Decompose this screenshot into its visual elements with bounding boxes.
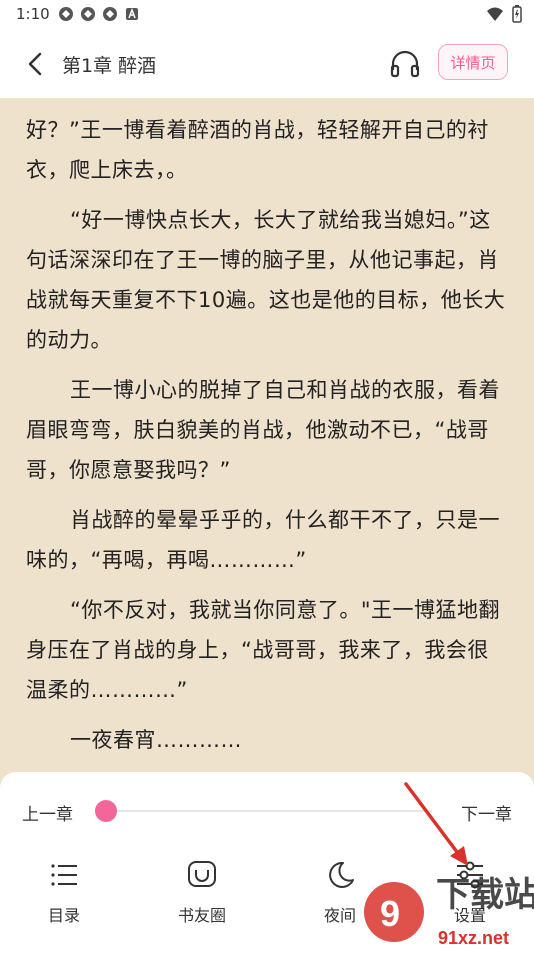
chapter-progress-thumb[interactable] (95, 800, 117, 822)
back-button[interactable] (22, 48, 52, 80)
battery-icon (512, 5, 522, 27)
app-notification-icon (80, 6, 96, 22)
headphones-icon (390, 50, 420, 78)
listen-button[interactable] (388, 48, 422, 80)
paragraph: 好？”王一博看着醉酒的肖战，轻轻解开自己的衬衣，爬上床去，。 (26, 118, 489, 182)
app-notification-icon (102, 6, 118, 22)
reader-header: 第1章 醉酒 详情页 (0, 30, 534, 98)
tab-book-friends[interactable]: 书友圈 (162, 858, 242, 926)
prev-chapter-button[interactable]: 上一章 (22, 800, 73, 825)
chapter-progress-track[interactable] (106, 810, 432, 812)
tab-label: 书友圈 (177, 906, 226, 925)
paragraph: 一夜春宵………… (70, 728, 242, 752)
status-time: 1:10 (16, 5, 50, 23)
chat-bubble-icon (188, 861, 216, 887)
chapter-text: 好？”王一博看着醉酒的肖战，轻轻解开自己的衬衣，爬上床去，。 “好一博快点长大，长… (26, 110, 510, 770)
chevron-left-icon (28, 52, 42, 76)
moon-icon (329, 861, 354, 888)
annotation-arrow (404, 782, 468, 866)
notification-icons (58, 6, 140, 22)
watermark-line1: 下载站 (436, 875, 534, 915)
detail-page-button[interactable]: 详情页 (438, 44, 508, 80)
reading-area[interactable]: 好？”王一博看着醉酒的肖战，轻轻解开自己的衬衣，爬上床去，。 “好一博快点长大，长… (0, 98, 534, 798)
menu-list-icon (51, 864, 77, 886)
watermark-line2: 91xz.net (438, 928, 509, 948)
site-watermark: 9 下载站 91xz.net (360, 862, 534, 950)
font-notification-icon (124, 6, 140, 22)
paragraph: “你不反对，我就当你同意了。"王一博猛地翻身压在了肖战的身上，“战哥哥，我来了，… (26, 598, 501, 702)
watermark-logo: 9 下载站 91xz.net (364, 875, 534, 948)
chapter-title: 第1章 醉酒 (62, 55, 157, 77)
tab-label: 目录 (47, 906, 80, 925)
paragraph: 王一博小心的脱掉了自己和肖战的衣服，看着眉眼弯弯，肤白貌美的肖战，他激动不已，“… (26, 378, 500, 482)
status-bar: 1:10 (0, 0, 534, 30)
wifi-icon (486, 6, 504, 26)
app-notification-icon (58, 6, 74, 22)
system-icons (486, 5, 522, 27)
paragraph: “好一博快点长大，长大了就给我当媳妇。”这句话深深印在了王一博的脑子里，从他记事… (26, 208, 506, 352)
svg-text:9: 9 (380, 893, 400, 934)
paragraph: 肖战醉的晕晕乎乎的，什么都干不了，只是一味的，“再喝，再喝…………” (26, 508, 500, 572)
tab-catalog[interactable]: 目录 (24, 858, 104, 926)
